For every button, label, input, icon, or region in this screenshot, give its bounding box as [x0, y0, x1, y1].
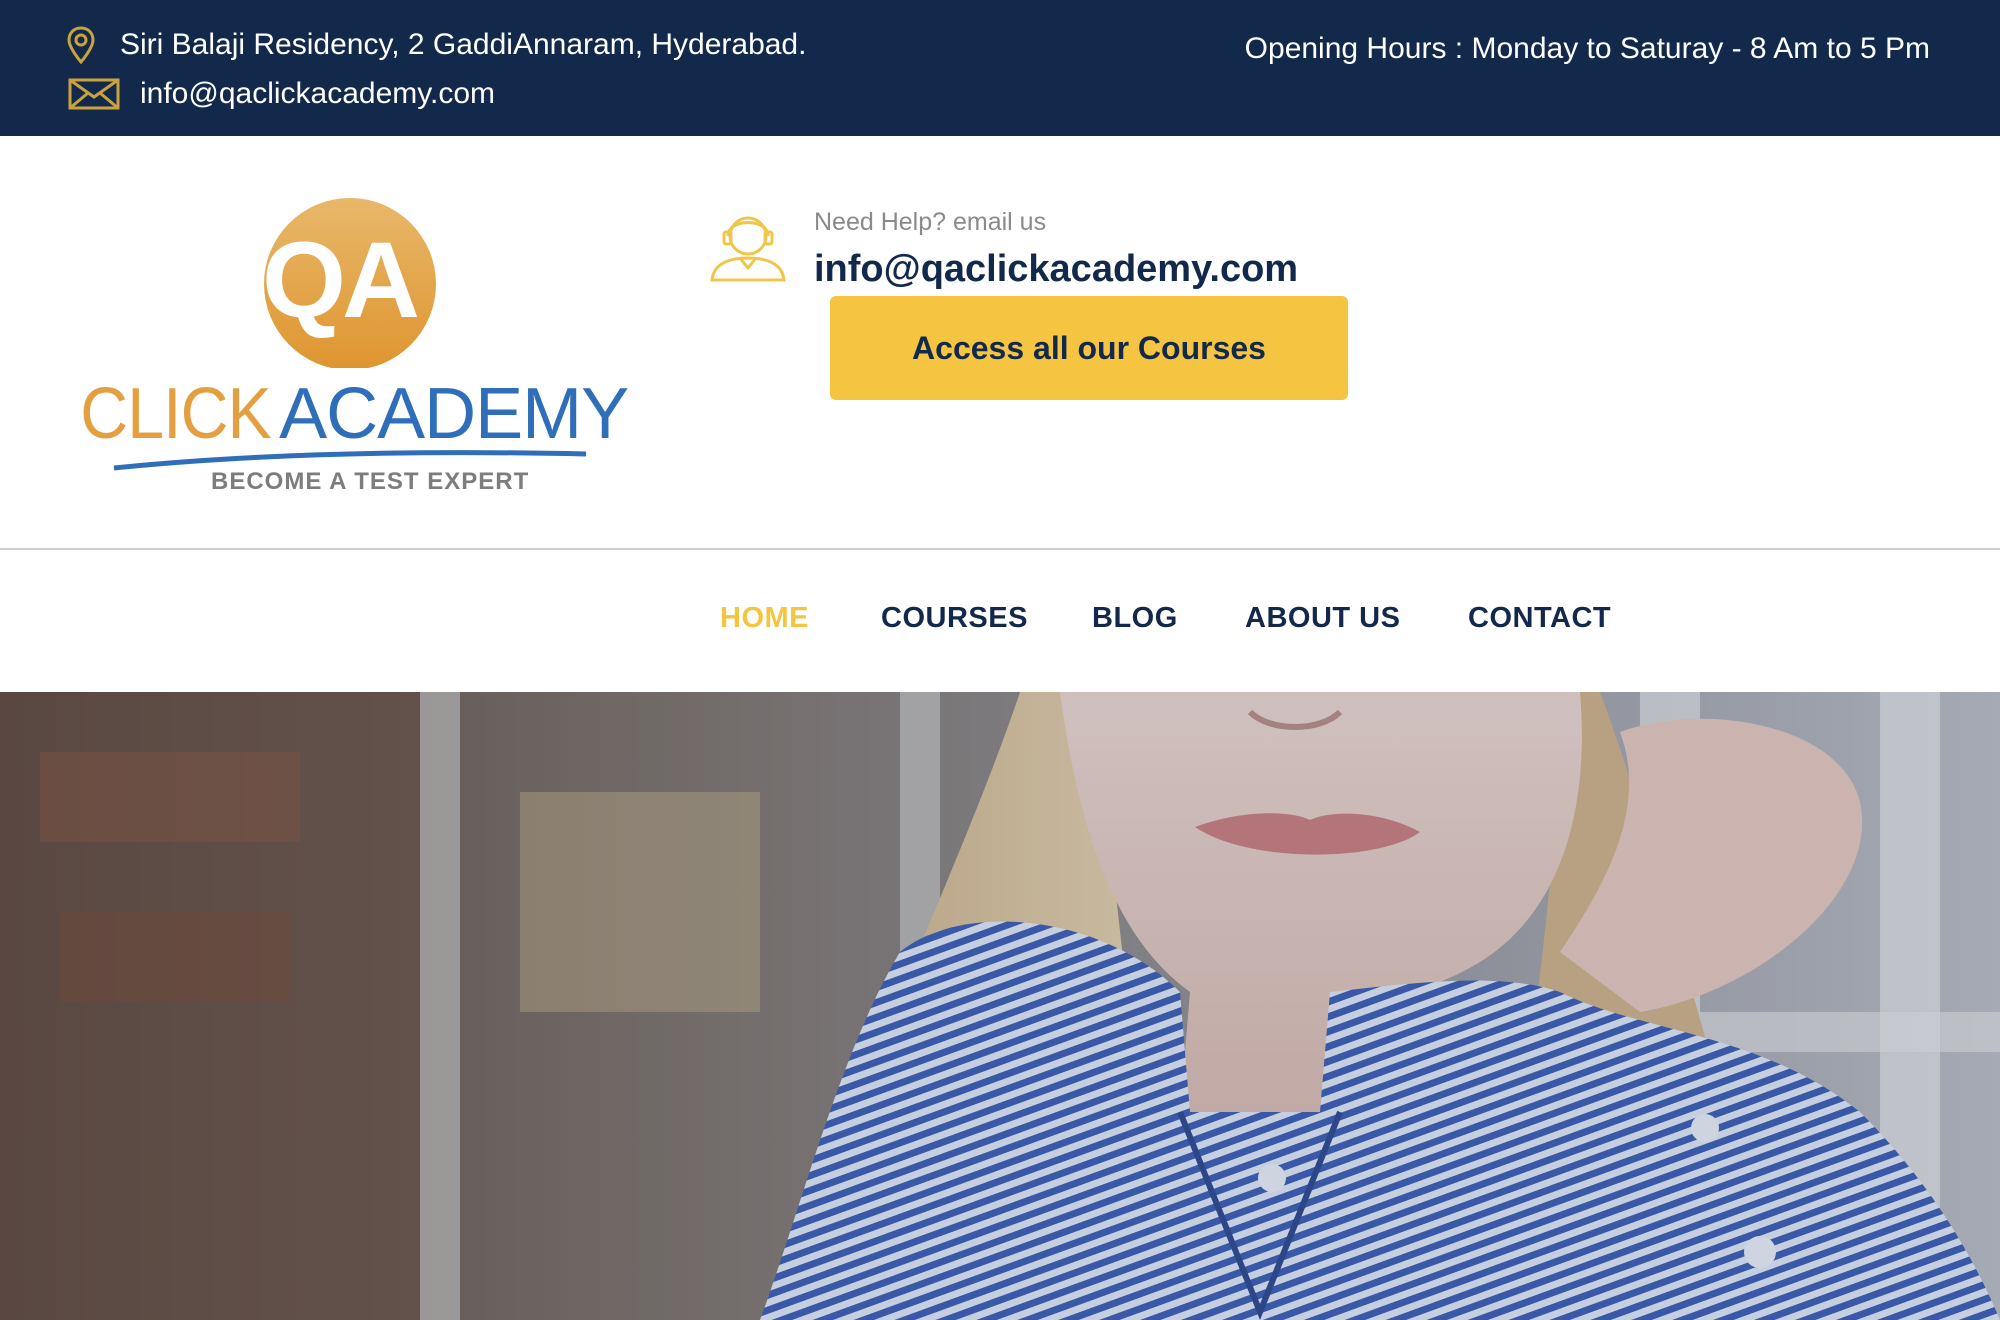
site-logo[interactable]: QA CLICK ACADEMY BECOME A TEST EXPERT	[70, 198, 630, 498]
envelope-icon	[68, 77, 120, 111]
need-help-label: Need Help? email us	[814, 208, 1047, 236]
address-row: Siri Balaji Residency, 2 GaddiAnnaram, H…	[66, 22, 806, 68]
site-header: QA CLICK ACADEMY BECOME A TEST EXPERT Nee…	[0, 136, 2000, 550]
access-courses-button[interactable]: Access all our Courses	[830, 296, 1348, 400]
map-pin-icon	[66, 26, 96, 65]
address-text: Siri Balaji Residency, 2 GaddiAnnaram, H…	[120, 28, 807, 61]
nav-item-blog[interactable]: BLOG	[1092, 602, 1178, 635]
help-email-link[interactable]: info@qaclickacademy.com	[814, 248, 1298, 291]
hero-photo-woman	[0, 692, 2000, 1320]
main-navigation: HOME COURSES BLOG ABOUT US CONTACT	[0, 550, 2000, 692]
support-agent-icon	[708, 208, 788, 284]
opening-hours: Opening Hours : Monday to Saturay - 8 Am…	[1244, 32, 1930, 65]
hero-banner-image	[0, 692, 2000, 1320]
logo-word-click: CLICK	[80, 374, 271, 454]
top-info-bar: Siri Balaji Residency, 2 GaddiAnnaram, H…	[0, 0, 2000, 136]
logo-word-academy: ACADEMY	[279, 374, 629, 454]
nav-item-contact[interactable]: CONTACT	[1468, 602, 1611, 635]
topbar-email-link[interactable]: info@qaclickacademy.com	[140, 77, 495, 111]
logo-qa-text: QA	[262, 219, 420, 340]
logo-tagline: BECOME A TEST EXPERT	[211, 468, 530, 495]
email-row[interactable]: info@qaclickacademy.com	[68, 72, 495, 116]
nav-item-courses[interactable]: COURSES	[881, 602, 1028, 635]
nav-item-home[interactable]: HOME	[720, 602, 809, 635]
logo-wordmark: CLICK ACADEMY	[72, 374, 629, 454]
nav-item-about-us[interactable]: ABOUT US	[1245, 602, 1400, 635]
